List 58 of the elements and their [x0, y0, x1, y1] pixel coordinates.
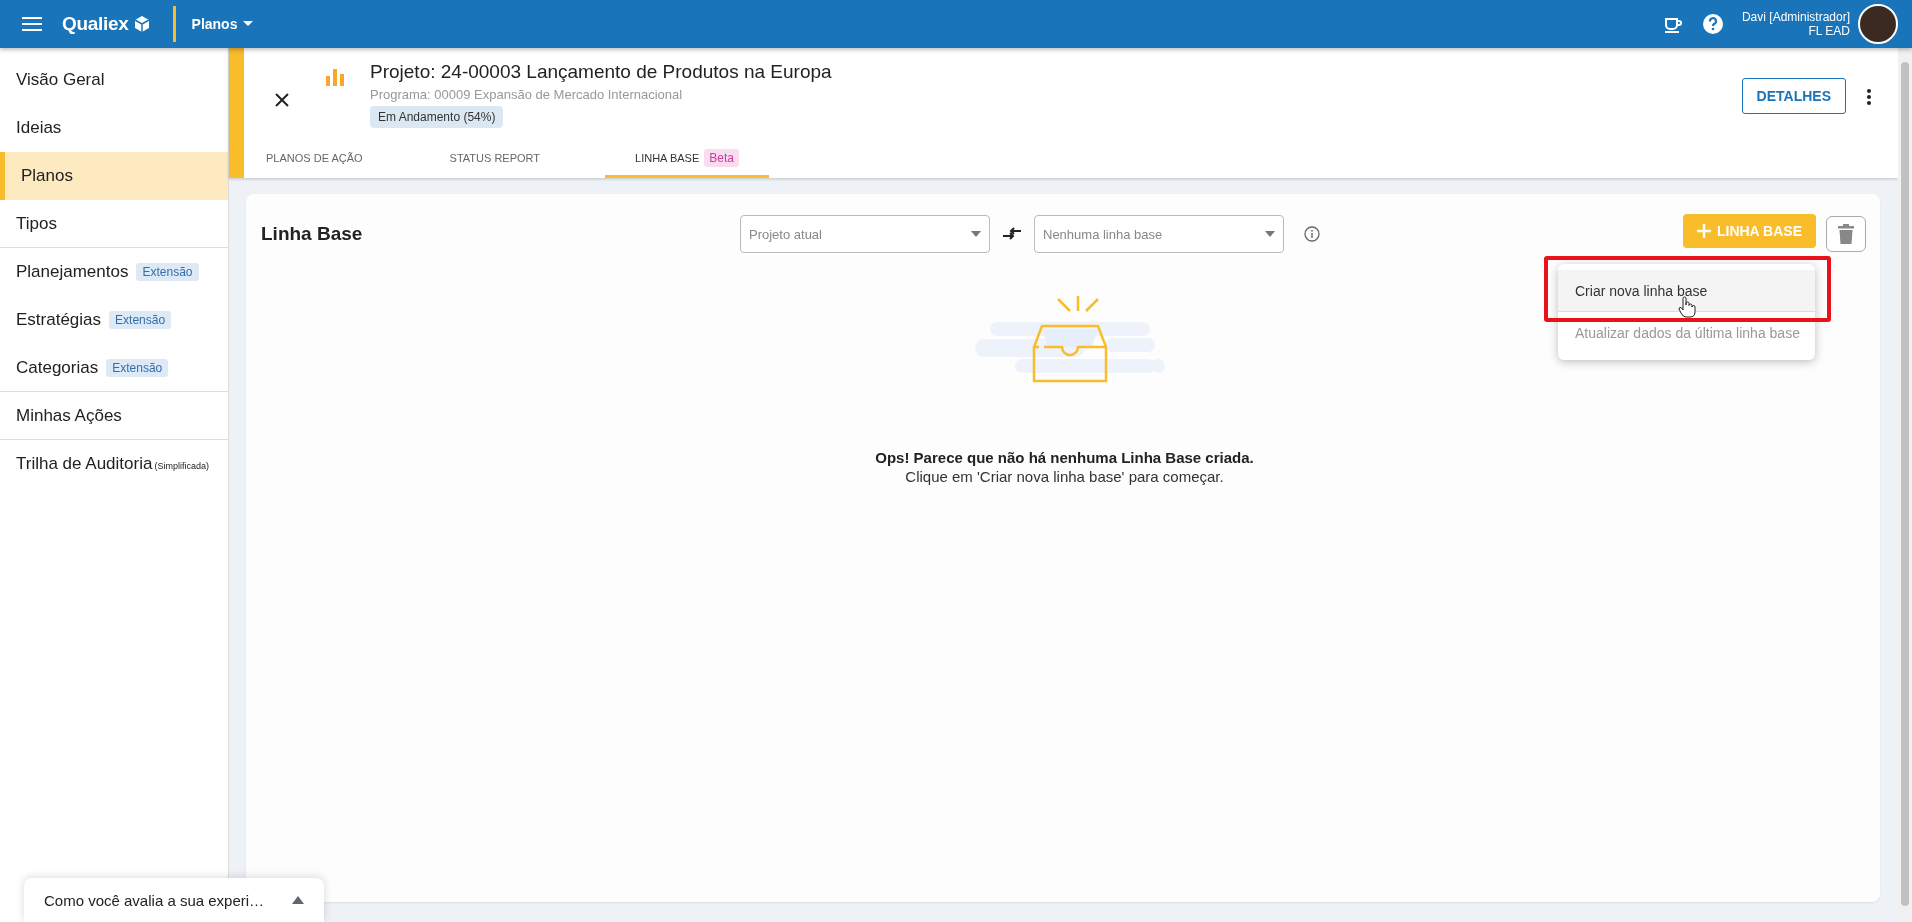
- caret-icon: [243, 21, 254, 27]
- trash-icon: [1838, 224, 1854, 244]
- app-logo[interactable]: Qualiex: [62, 13, 151, 35]
- delete-button[interactable]: [1826, 216, 1866, 252]
- program-subtitle: Programa: 00009 Expansão de Mercado Internacional: [370, 87, 683, 102]
- sidebar-label: Categorias: [16, 357, 99, 378]
- user-name: Davi [Administrador]: [1741, 10, 1850, 24]
- swap-icon[interactable]: [1002, 226, 1022, 242]
- empty-title: Ops! Parece que não há nenhuma Linha Base criada.: [875, 449, 1254, 466]
- sidebar-label: Tipos: [16, 213, 57, 234]
- project-title: Projeto: 24-00003 Lançamento de Produtos na Europa: [370, 61, 832, 83]
- cube-icon: [132, 15, 151, 33]
- feedback-tab[interactable]: Como você avalia a sua experi…: [24, 878, 324, 922]
- bar-chart-icon: [324, 66, 346, 88]
- status-badge: Em Andamento (54%): [370, 106, 504, 128]
- sidebar-item[interactable]: Ideias: [0, 104, 228, 152]
- close-icon[interactable]: [274, 92, 290, 108]
- tab[interactable]: LINHA BASE Beta: [605, 141, 769, 178]
- sidebar-label: Planejamentos: [16, 262, 129, 282]
- plus-icon: [1696, 224, 1711, 238]
- sidebar-item[interactable]: Planos: [0, 152, 228, 200]
- tab[interactable]: PLANOS DE AÇÃO: [244, 141, 385, 178]
- caret-icon: [292, 896, 304, 904]
- sidebar-item[interactable]: Planejamentos Extensão: [0, 248, 228, 296]
- caret-icon: [1265, 231, 1275, 237]
- sidebar-item[interactable]: Estratégias Extensão: [0, 296, 228, 344]
- user-avatar[interactable]: [1858, 4, 1898, 44]
- menu-item[interactable]: Criar nova linha base: [1558, 270, 1815, 312]
- details-button[interactable]: DETALHES: [1741, 78, 1846, 114]
- extension-badge: Extensão: [109, 311, 172, 329]
- sidebar-item[interactable]: Trilha de Auditoria(Simplificada): [0, 440, 228, 488]
- menu-icon[interactable]: [22, 16, 42, 32]
- baseline-select[interactable]: Nenhuma linha base: [1034, 215, 1284, 253]
- module-dropdown[interactable]: Planos: [191, 16, 254, 32]
- extension-badge: Extensão: [136, 263, 199, 281]
- info-icon[interactable]: [1304, 226, 1320, 242]
- caret-icon: [971, 231, 981, 237]
- sidebar-item[interactable]: Categorias Extensão: [0, 344, 228, 392]
- sidebar-note: (Simplificada): [154, 461, 209, 471]
- hand-cursor-icon: [1678, 296, 1696, 318]
- extension-badge: Extensão: [106, 358, 169, 377]
- help-icon[interactable]: [1701, 13, 1724, 35]
- sidebar-label: Planos: [21, 166, 73, 186]
- tab[interactable]: STATUS REPORT: [384, 141, 606, 178]
- sidebar-label: Trilha de Auditoria: [16, 454, 153, 474]
- sidebar-label: Minhas Ações: [16, 405, 122, 426]
- project-select[interactable]: Projeto atual: [740, 215, 990, 253]
- sidebar-item[interactable]: Tipos: [0, 200, 228, 248]
- sidebar-label: Estratégias: [16, 310, 102, 330]
- user-unit: FL EAD: [1807, 24, 1850, 38]
- empty-hint: Clique em 'Criar nova linha base' para começar.: [905, 468, 1224, 485]
- section-title: Linha Base: [261, 223, 364, 245]
- sidebar-item[interactable]: Minhas Ações: [0, 392, 228, 440]
- sidebar-label: Visão Geral: [16, 70, 105, 90]
- scrollbar[interactable]: [1898, 48, 1912, 922]
- sidebar-label: Ideias: [16, 118, 62, 138]
- sidebar-item[interactable]: Visão Geral: [0, 56, 228, 104]
- more-icon[interactable]: [1866, 88, 1872, 106]
